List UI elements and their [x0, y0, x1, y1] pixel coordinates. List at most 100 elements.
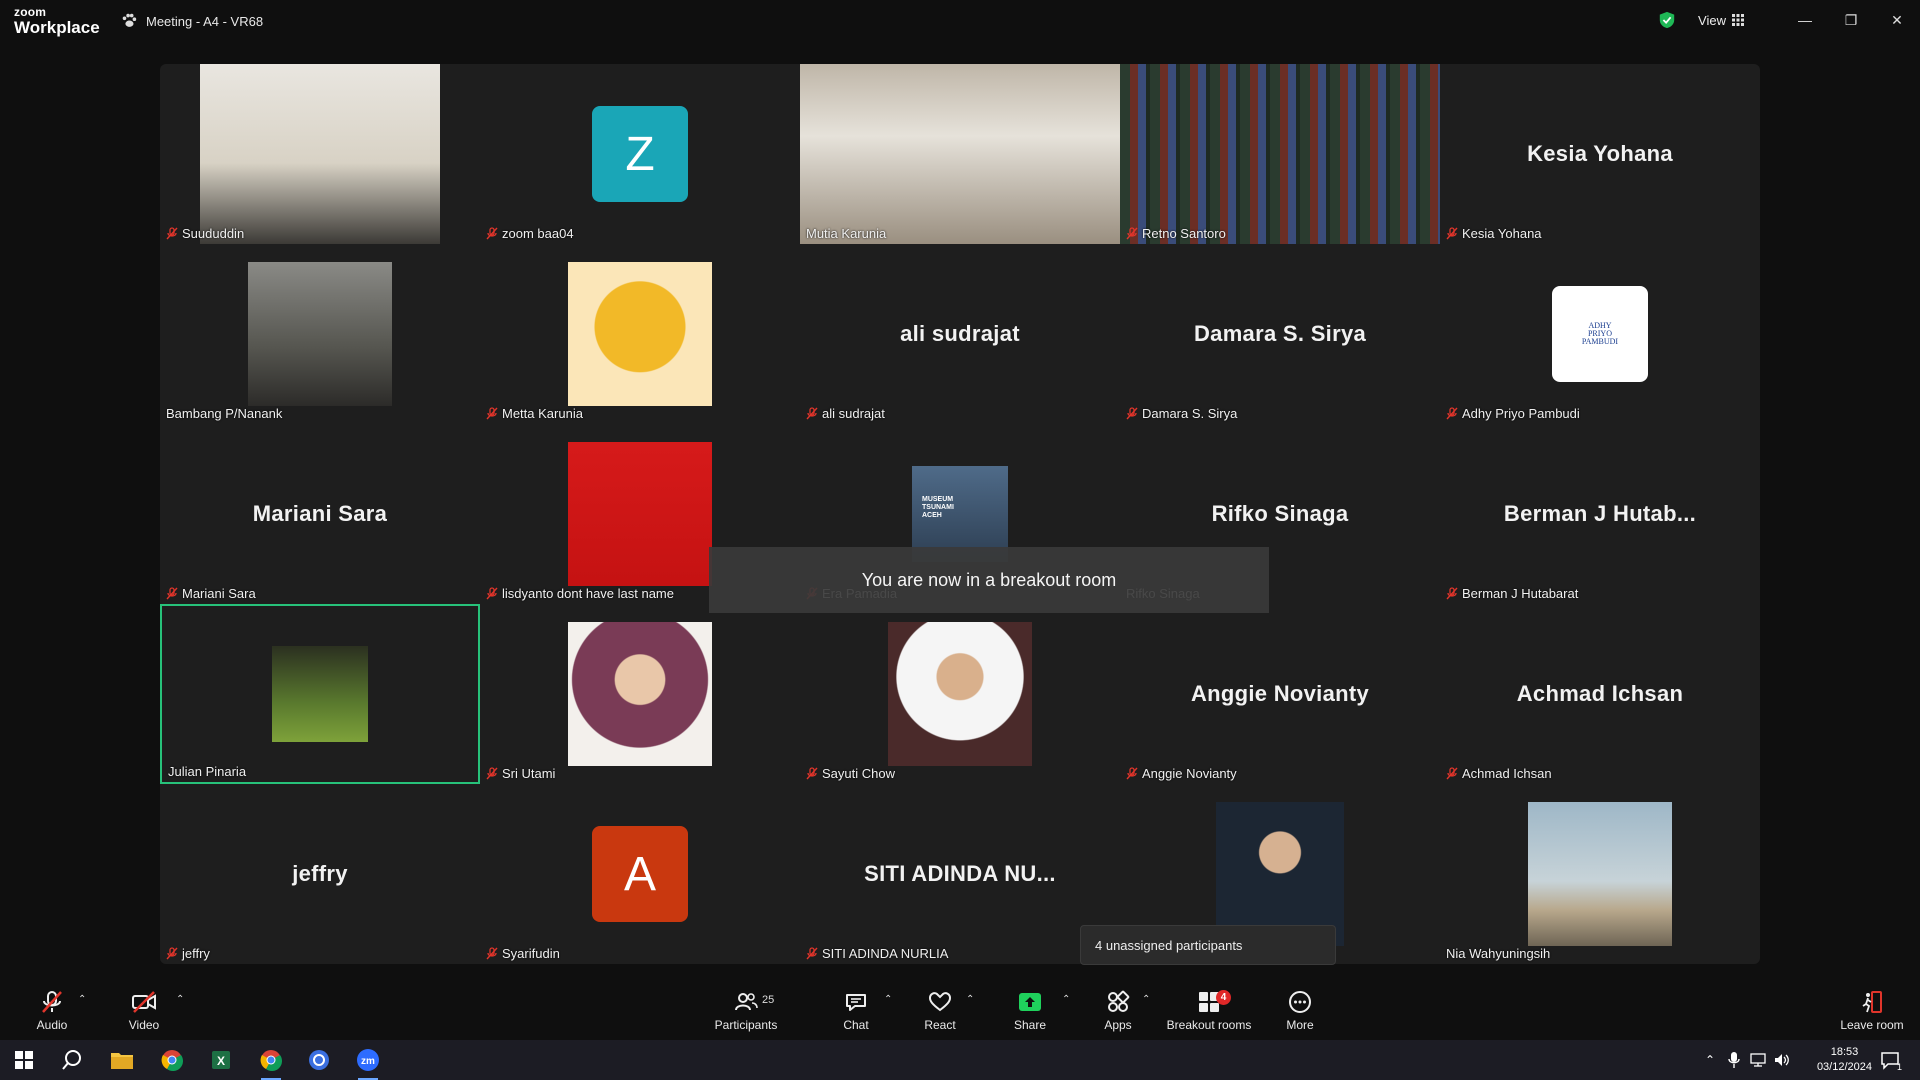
- participant-display-name: Kesia Yohana: [1527, 141, 1673, 166]
- participant-tile[interactable]: Mariani Sara Mariani Sara: [160, 424, 480, 604]
- participant-display-name: Anggie Novianty: [1190, 681, 1370, 706]
- system-clock[interactable]: 18:53 03/12/2024: [1817, 1045, 1872, 1075]
- paw-icon: [122, 13, 137, 27]
- breakout-badge: 4: [1216, 990, 1231, 1005]
- participant-tile[interactable]: Nia Wahyuningsih: [1440, 784, 1760, 964]
- participant-tile[interactable]: Berman J Hutab... Berman J Hutabarat: [1440, 424, 1760, 604]
- video-caret-icon[interactable]: ⌃: [176, 994, 184, 1005]
- share-button[interactable]: Share: [1004, 980, 1056, 1040]
- zoom-taskbar-icon[interactable]: zm: [354, 1046, 382, 1080]
- participant-tile[interactable]: ali sudrajat ali sudrajat: [800, 244, 1120, 424]
- participant-tile[interactable]: Bambang P/Nanank: [160, 244, 480, 424]
- restore-button[interactable]: ❐: [1828, 0, 1874, 40]
- participant-tile[interactable]: Damara S. Sirya Damara S. Sirya: [1120, 244, 1440, 424]
- participant-nametag: Retno Santoro: [1126, 226, 1226, 241]
- participant-tile[interactable]: Mutia Karunia: [800, 64, 1120, 244]
- file-explorer-icon[interactable]: [108, 1046, 136, 1074]
- zoom-logo: zoom Workplace: [14, 6, 100, 36]
- apps-caret-icon[interactable]: ⌃: [1142, 994, 1150, 1005]
- participant-tile[interactable]: A Syarifudin: [480, 784, 800, 964]
- tray-network-icon[interactable]: [1748, 1046, 1768, 1074]
- participant-tile[interactable]: Suududdin: [160, 64, 480, 244]
- participant-tile[interactable]: Sayuti Chow: [800, 604, 1120, 784]
- chat-caret-icon[interactable]: ⌃: [884, 994, 892, 1005]
- encryption-shield-icon[interactable]: [1658, 11, 1676, 29]
- minimize-button[interactable]: —: [1782, 0, 1828, 40]
- participant-tile[interactable]: Kesia Yohana Kesia Yohana: [1440, 64, 1760, 244]
- participant-display-name: ali sudrajat: [900, 321, 1020, 346]
- participant-nametag: Metta Karunia: [486, 406, 583, 421]
- tray-chevron-icon[interactable]: ⌃: [1700, 1046, 1720, 1074]
- tray-volume-icon[interactable]: [1772, 1046, 1792, 1074]
- participant-name: lisdyanto dont have last name: [502, 586, 674, 601]
- video-button[interactable]: Video: [120, 980, 168, 1040]
- participant-tile[interactable]: SITI ADINDA NU... SITI ADINDA NURLIA: [800, 784, 1120, 964]
- participant-video: [272, 646, 368, 742]
- excel-icon[interactable]: X: [207, 1046, 235, 1074]
- participant-tile[interactable]: ADHY PRIYO PAMBUDI Adhy Priyo Pambudi: [1440, 244, 1760, 424]
- mic-muted-icon: [1126, 407, 1138, 420]
- mic-muted-icon: [42, 990, 62, 1013]
- participant-tile[interactable]: Achmad Ichsan Achmad Ichsan: [1440, 604, 1760, 784]
- apps-button[interactable]: Apps: [1092, 980, 1144, 1040]
- breakout-label: Breakout rooms: [1166, 1017, 1252, 1032]
- participant-tile[interactable]: Sri Utami: [480, 604, 800, 784]
- search-icon[interactable]: [58, 1046, 86, 1074]
- logo-line1: zoom: [14, 5, 47, 19]
- share-caret-icon[interactable]: ⌃: [1062, 994, 1070, 1005]
- chrome-icon[interactable]: [158, 1046, 186, 1074]
- participant-logo: ADHY PRIYO PAMBUDI: [1552, 286, 1648, 382]
- participant-tile[interactable]: Metta Karunia: [480, 244, 800, 424]
- participant-video: [1120, 64, 1440, 244]
- participant-name: Retno Santoro: [1142, 226, 1226, 241]
- participants-button[interactable]: Participants: [710, 980, 782, 1040]
- app-icon[interactable]: [305, 1046, 333, 1074]
- mic-muted-icon: [486, 227, 498, 240]
- windows-start-icon[interactable]: [10, 1046, 38, 1074]
- audio-button[interactable]: Audio: [28, 980, 76, 1040]
- grid-icon: [1732, 14, 1744, 26]
- breakout-rooms-button[interactable]: Breakout rooms: [1164, 980, 1254, 1040]
- participant-video: [888, 622, 1032, 766]
- share-label: Share: [1013, 1017, 1047, 1032]
- notifications-icon[interactable]: 1: [1876, 1046, 1904, 1074]
- participant-nametag: Sayuti Chow: [806, 766, 895, 781]
- participant-display-name: Rifko Sinaga: [1211, 501, 1349, 526]
- participant-tile[interactable]: Retno Santoro: [1120, 64, 1440, 244]
- mic-muted-icon: [806, 407, 818, 420]
- participant-avatar: Z: [592, 106, 688, 202]
- react-caret-icon[interactable]: ⌃: [966, 994, 974, 1005]
- participant-video: [800, 64, 1120, 244]
- react-button[interactable]: React: [914, 980, 966, 1040]
- leave-room-button[interactable]: Leave room: [1832, 980, 1912, 1040]
- close-button[interactable]: ✕: [1874, 0, 1920, 40]
- participant-name: Metta Karunia: [502, 406, 583, 421]
- participant-name: Sri Utami: [502, 766, 556, 781]
- mic-muted-icon: [166, 947, 178, 960]
- participant-name: Kesia Yohana: [1462, 226, 1542, 241]
- participant-name: SITI ADINDA NURLIA: [822, 946, 949, 961]
- meeting-title[interactable]: Meeting - A4 - VR68: [120, 12, 263, 30]
- more-icon: [1289, 990, 1311, 1013]
- view-button[interactable]: View: [1698, 13, 1744, 28]
- chat-button[interactable]: Chat: [830, 980, 882, 1040]
- react-label: React: [924, 1017, 956, 1032]
- participant-name: Berman J Hutabarat: [1462, 586, 1579, 601]
- tray-mic-icon[interactable]: [1724, 1046, 1744, 1074]
- mic-muted-icon: [486, 767, 498, 780]
- participant-tile[interactable]: Julian Pinaria: [160, 604, 480, 784]
- participant-tile[interactable]: jeffry jeffry: [160, 784, 480, 964]
- chrome-profile-icon[interactable]: [257, 1046, 285, 1080]
- participant-nametag: Bambang P/Nanank: [166, 406, 282, 421]
- participant-nametag: SITI ADINDA NURLIA: [806, 946, 948, 961]
- camera-off-icon: [132, 990, 156, 1013]
- more-button[interactable]: More: [1274, 980, 1326, 1040]
- participant-nametag: zoom baa04: [486, 226, 574, 241]
- audio-caret-icon[interactable]: ⌃: [78, 994, 86, 1005]
- participant-tile[interactable]: Zzoom baa04: [480, 64, 800, 244]
- participant-video: [200, 64, 440, 244]
- participant-nametag: Anggie Novianty: [1126, 766, 1237, 781]
- clock-time: 18:53: [1830, 1046, 1859, 1058]
- mic-muted-icon: [486, 407, 498, 420]
- participant-tile[interactable]: Anggie Novianty Anggie Novianty: [1120, 604, 1440, 784]
